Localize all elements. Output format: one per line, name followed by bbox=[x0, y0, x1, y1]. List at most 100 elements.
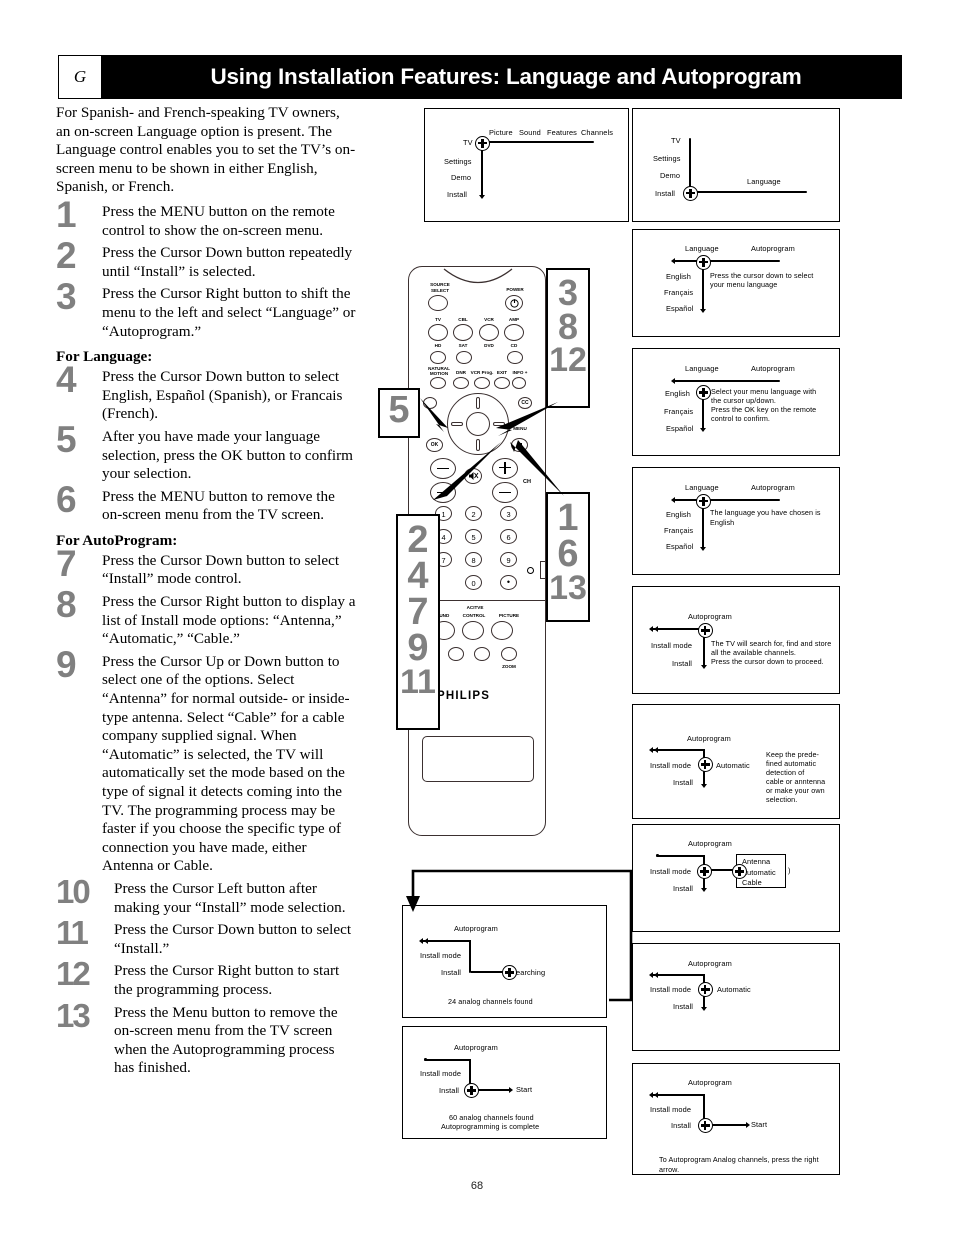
mute-small-button[interactable] bbox=[456, 351, 472, 364]
key-0-label: 0 bbox=[471, 579, 476, 588]
menu-label-install: Install bbox=[655, 189, 676, 198]
callout-right-top: 3 8 12 bbox=[546, 268, 590, 408]
step-number: 6 bbox=[56, 478, 77, 520]
menu-panel-1: TV Settings Demo Install Picture Sound F… bbox=[424, 108, 629, 222]
key-5-label: 5 bbox=[471, 533, 476, 542]
menu-dot bbox=[688, 155, 692, 158]
key-dot-label: • bbox=[506, 577, 511, 587]
arrow-left-icon bbox=[654, 747, 658, 753]
chapter-letter-badge: G bbox=[58, 55, 102, 99]
step-number: 5 bbox=[56, 418, 77, 460]
option-antenna[interactable]: Antenna bbox=[742, 857, 770, 866]
callout-number: 13 bbox=[549, 569, 587, 608]
menu-cursor-knob bbox=[732, 864, 747, 879]
callout-left-top: 5 bbox=[378, 388, 420, 438]
menu-axis-start-line bbox=[708, 1124, 748, 1127]
cursor-pad-center-ok[interactable] bbox=[466, 412, 490, 436]
step-number: 4 bbox=[56, 359, 77, 401]
callout-right-bottom: 1 6 13 bbox=[546, 492, 590, 622]
active-control-button[interactable] bbox=[462, 621, 484, 640]
menu-dot bbox=[701, 290, 705, 293]
arrow-left-icon bbox=[654, 626, 658, 632]
menu-axis-horizontal bbox=[675, 260, 779, 263]
dnr-button[interactable] bbox=[453, 377, 469, 389]
menu-title-autoprogram: Autoprogram bbox=[454, 1043, 498, 1052]
menu-label-install: Install bbox=[673, 1002, 694, 1011]
menu-axis-horizontal bbox=[657, 855, 705, 858]
menu-cursor-knob bbox=[696, 254, 711, 270]
menu-label-english: English bbox=[665, 389, 690, 398]
exit-button[interactable] bbox=[494, 377, 510, 389]
menu-label-english: English bbox=[666, 272, 691, 281]
menu-dot bbox=[480, 173, 484, 176]
menu-dot bbox=[591, 140, 594, 144]
menu-panel-4: Language Autoprogram English Français Es… bbox=[632, 348, 840, 456]
menu-help-line-1: The language you have chosen is bbox=[710, 508, 821, 517]
step-number: 3 bbox=[56, 276, 77, 318]
callout-number: 7 bbox=[407, 591, 429, 634]
menu-label-install: Install bbox=[671, 1121, 692, 1130]
cbl-source-button[interactable] bbox=[453, 324, 473, 341]
vcr-prog-button[interactable] bbox=[474, 377, 490, 389]
tv-source-button[interactable] bbox=[428, 324, 448, 341]
step-10: 10 Press the Cursor Left button after ma… bbox=[56, 873, 356, 917]
menu-panel-2: TV Settings Demo Install Language bbox=[632, 108, 840, 222]
step-12: 12 Press the Cursor Right button to star… bbox=[56, 955, 356, 999]
menu-axis-vertical bbox=[702, 263, 705, 310]
backlight-icon bbox=[527, 567, 534, 574]
menu-title-autoprogram: Autoprogram bbox=[688, 1078, 732, 1087]
menu-label-tv: TV bbox=[463, 138, 473, 147]
menu-label-install: Install bbox=[673, 778, 694, 787]
option-cable[interactable]: Cable bbox=[742, 878, 762, 887]
menu-label-francais: Français bbox=[664, 407, 694, 416]
pip-shift-button[interactable] bbox=[474, 647, 490, 661]
step-text: Press the MENU button to remove the on-s… bbox=[102, 487, 335, 524]
vcr-source-button[interactable] bbox=[479, 324, 499, 341]
source-select-label-line1: SOURCE bbox=[430, 282, 450, 287]
key-3-label: 3 bbox=[506, 510, 511, 519]
menu-label-settings: Settings bbox=[653, 154, 681, 163]
step-text: Press the Cursor Right button to start t… bbox=[114, 962, 340, 998]
cursor-up-button[interactable] bbox=[476, 397, 480, 409]
option-automatic[interactable]: Automatic bbox=[742, 868, 776, 877]
menu-title-autoprogram: Autoprogram bbox=[687, 734, 731, 743]
step-text: Press the Cursor Down button to select E… bbox=[102, 368, 343, 423]
amp-source-button[interactable] bbox=[504, 324, 524, 341]
menu-dot bbox=[701, 274, 705, 277]
arrow-left-icon bbox=[424, 938, 428, 944]
arrow-left-icon bbox=[654, 1092, 658, 1098]
step-number: 1 bbox=[56, 193, 77, 235]
picture-button[interactable] bbox=[491, 621, 513, 640]
callout-number: 6 bbox=[557, 533, 579, 576]
natural-motion-button[interactable] bbox=[430, 377, 446, 389]
menu-label-install: Install bbox=[447, 190, 468, 199]
step-8: 8 Press the Cursor Right button to displ… bbox=[56, 585, 356, 649]
zoom-button[interactable] bbox=[501, 647, 517, 661]
freeze-button[interactable] bbox=[448, 647, 464, 661]
menu-dot bbox=[777, 498, 780, 502]
arrow-down-icon bbox=[699, 547, 706, 551]
zoom-label: ZOOM bbox=[502, 664, 516, 669]
arrow-left-icon bbox=[649, 972, 653, 978]
menu-title-autoprogram: Autoprogram bbox=[688, 959, 732, 968]
subheading-autoprogram: For AutoProgram: bbox=[56, 531, 178, 549]
info-button[interactable] bbox=[512, 377, 526, 389]
menu-dot bbox=[480, 157, 484, 160]
menu-axis-vertical bbox=[469, 942, 472, 972]
menu-axis-horizontal bbox=[653, 974, 705, 977]
key-2-label: 2 bbox=[471, 510, 476, 519]
menu-label-install: Install bbox=[672, 659, 693, 668]
menu-dot bbox=[468, 1071, 472, 1074]
source-select-button[interactable] bbox=[428, 295, 448, 311]
menu-label-tv: TV bbox=[671, 136, 681, 145]
surround-button[interactable] bbox=[430, 351, 446, 364]
cd-label: CD bbox=[510, 343, 518, 348]
step-text: Press the Cursor Right button to shift t… bbox=[102, 285, 356, 340]
menu-cursor-knob bbox=[697, 1118, 713, 1133]
remote-bottom-panel bbox=[422, 736, 534, 782]
menu-panel-3: Language Autoprogram English Français Es… bbox=[632, 229, 840, 337]
page-title: Using Installation Features: Language an… bbox=[210, 64, 802, 89]
pip-button[interactable] bbox=[507, 351, 523, 364]
step-7: 7 Press the Cursor Down button to select… bbox=[56, 543, 356, 589]
menu-dot bbox=[702, 1107, 706, 1110]
